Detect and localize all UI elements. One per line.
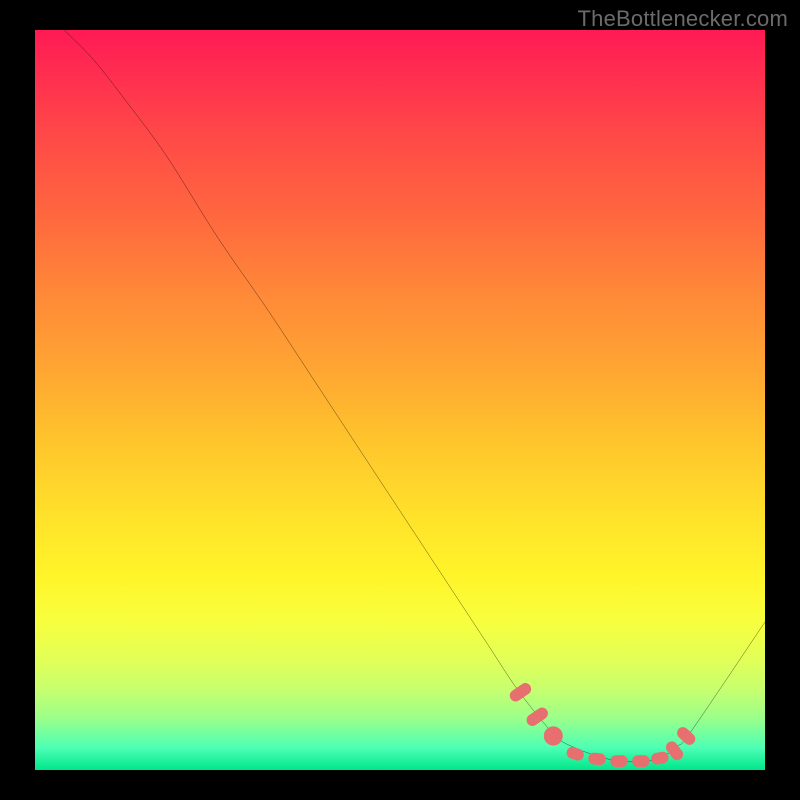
chart-marker — [524, 705, 550, 728]
chart-markers — [508, 681, 698, 767]
chart-svg — [35, 30, 765, 770]
chart-marker — [675, 725, 698, 748]
chart-marker — [508, 681, 534, 704]
chart-marker — [588, 752, 607, 766]
bottleneck-curve — [64, 30, 765, 762]
chart-marker — [544, 726, 563, 745]
chart-plot-area — [35, 30, 765, 770]
chart-marker — [565, 745, 585, 762]
watermark-text: TheBottlenecker.com — [578, 6, 788, 32]
chart-marker — [650, 751, 669, 766]
chart-marker — [632, 755, 650, 767]
chart-marker — [610, 755, 628, 767]
